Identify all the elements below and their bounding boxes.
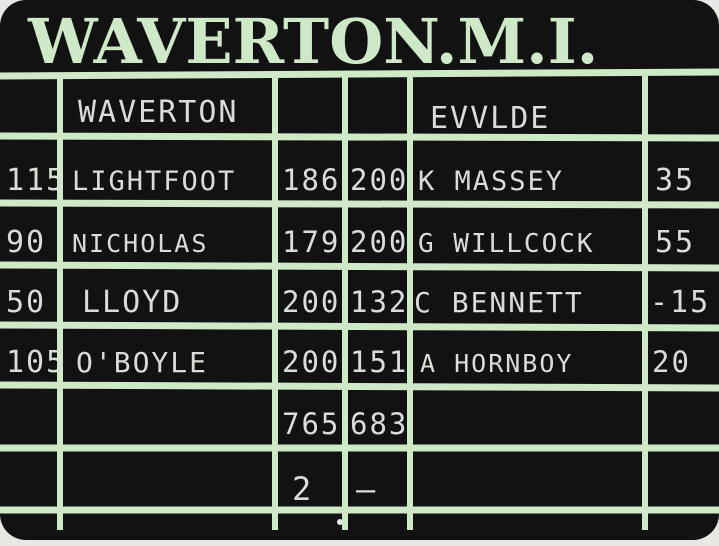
away-points: — [356,470,377,508]
row1-home-score: 186 [282,163,340,197]
home-team-header: WAVERTON [78,95,239,130]
row4-home-score: 200 [282,345,340,379]
row2-home-player: NICHOLAS [72,229,208,258]
away-team-header: EVVLDE [430,101,550,136]
away-total: 683 [350,407,408,441]
row3-away-score: 132 [350,285,408,319]
row1-handicap: 115 [6,163,66,198]
board-title: WAVERTON.M.I. [27,5,598,78]
row4-handicap: 105 [6,345,66,380]
row3-away-player: C BENNETT [414,286,584,319]
row3-home-player: LLOYD [82,285,182,320]
row3-away-handicap: -15 [650,285,710,320]
scoreboard-photo: WAVERTON.M.I. WAVERTON EVVLDE 115 LIGHTF… [0,0,719,546]
row2-handicap: 90 [6,225,46,260]
row2-away-handicap: 55 [655,225,695,260]
row1-away-player: K MASSEY [418,166,564,197]
row4-away-player: A HORNBOY [420,349,573,378]
home-points: 2 [292,470,313,508]
row2-away-score: 200 [350,225,408,259]
row4-away-score: 151 [350,345,408,379]
home-total: 765 [282,407,340,441]
row2-home-score: 179 [282,225,340,259]
chalkboard: WAVERTON.M.I. WAVERTON EVVLDE 115 LIGHTF… [0,0,719,546]
row4-home-player: O'BOYLE [76,346,208,379]
row1-away-handicap: 35 [655,163,695,198]
row1-away-score: 200 [350,163,408,197]
row4-away-handicap: 20 [652,345,691,379]
row3-home-score: 200 [282,285,340,319]
row2-away-player: G WILLCOCK [418,229,595,259]
row3-handicap: 50 [6,285,46,320]
mount-screw [337,519,343,525]
row1-home-player: LIGHTFOOT [72,166,236,197]
